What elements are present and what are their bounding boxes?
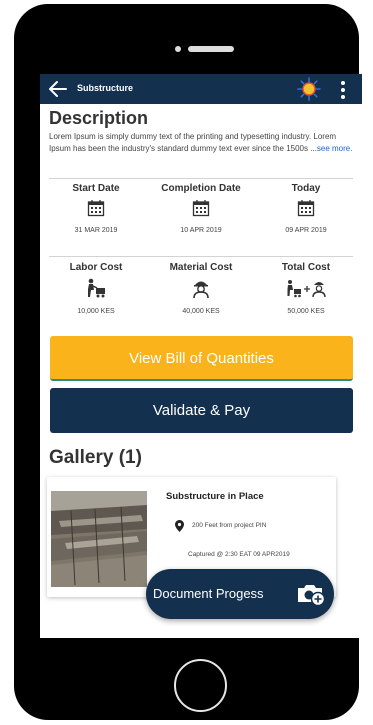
- start-date: Start Date 31 MAR 2019: [46, 178, 146, 234]
- calendar-icon: [297, 200, 315, 217]
- see-more-link[interactable]: see more.: [317, 144, 353, 153]
- home-button[interactable]: [174, 659, 227, 712]
- worker-cart-icon: [88, 278, 105, 298]
- calendar-icon: [192, 200, 210, 217]
- material-cost-value: 40,000 KES: [182, 308, 220, 315]
- sun-icon[interactable]: [297, 77, 321, 101]
- document-progress-label: Document Progess: [153, 586, 264, 601]
- labor-plus-material-icon: [287, 280, 326, 298]
- completion-date-value: 10 APR 2019: [180, 227, 222, 234]
- completion-date: Completion Date 10 APR 2019: [151, 178, 251, 234]
- total-cost: Total Cost 50,000 KES: [256, 257, 356, 315]
- total-cost-value: 50,000 KES: [287, 308, 325, 315]
- completion-date-label: Completion Date: [161, 183, 241, 194]
- gallery-item-captured: Captured @ 2:30 EAT 09 APR2019: [188, 551, 290, 558]
- arrow-left-icon[interactable]: [48, 80, 68, 98]
- app-bar: Substructure: [40, 74, 362, 104]
- app-screen: Substructure Description Lorem Ipsum is …: [40, 74, 362, 638]
- camera-dot: [175, 46, 181, 52]
- labor-cost-value: 10,000 KES: [77, 308, 115, 315]
- today-date: Today 09 APR 2019: [256, 178, 356, 234]
- speaker-grill: [188, 46, 234, 52]
- builder-icon: [193, 281, 209, 298]
- add-photo-icon: [298, 585, 326, 606]
- page-title: Substructure: [77, 83, 134, 93]
- description-body: Lorem Ipsum is simply dummy text of the …: [49, 132, 337, 153]
- gallery-item-title: Substructure in Place: [166, 491, 264, 502]
- gallery-item-location: 200 Feet from project PIN: [192, 522, 267, 529]
- document-progress-button[interactable]: Document Progess: [146, 569, 334, 619]
- today-label: Today: [291, 183, 321, 194]
- costs-row: Labor Cost 10,000 KES Material Cost 40,0…: [46, 257, 356, 337]
- labor-cost: Labor Cost 10,000 KES: [46, 257, 146, 315]
- description-heading: Description: [49, 108, 149, 128]
- validate-pay-button[interactable]: Validate & Pay: [50, 388, 353, 433]
- construction-photo[interactable]: [51, 491, 147, 587]
- total-cost-label: Total Cost: [281, 262, 331, 273]
- calendar-icon: [87, 200, 105, 217]
- labor-cost-label: Labor Cost: [69, 262, 123, 273]
- start-date-value: 31 MAR 2019: [74, 227, 118, 234]
- description-text: Lorem Ipsum is simply dummy text of the …: [49, 131, 355, 154]
- view-bill-of-quantities-button[interactable]: View Bill of Quantities: [50, 336, 353, 381]
- more-vertical-icon[interactable]: [338, 79, 348, 101]
- material-cost: Material Cost 40,000 KES: [151, 257, 251, 315]
- gallery-heading: Gallery (1): [49, 447, 142, 468]
- material-cost-label: Material Cost: [169, 262, 233, 273]
- today-value: 09 APR 2019: [285, 227, 327, 234]
- location-pin-icon: [175, 520, 184, 532]
- start-date-label: Start Date: [72, 183, 120, 194]
- dates-row: Start Date 31 MAR 2019 Completion Date 1…: [46, 178, 356, 258]
